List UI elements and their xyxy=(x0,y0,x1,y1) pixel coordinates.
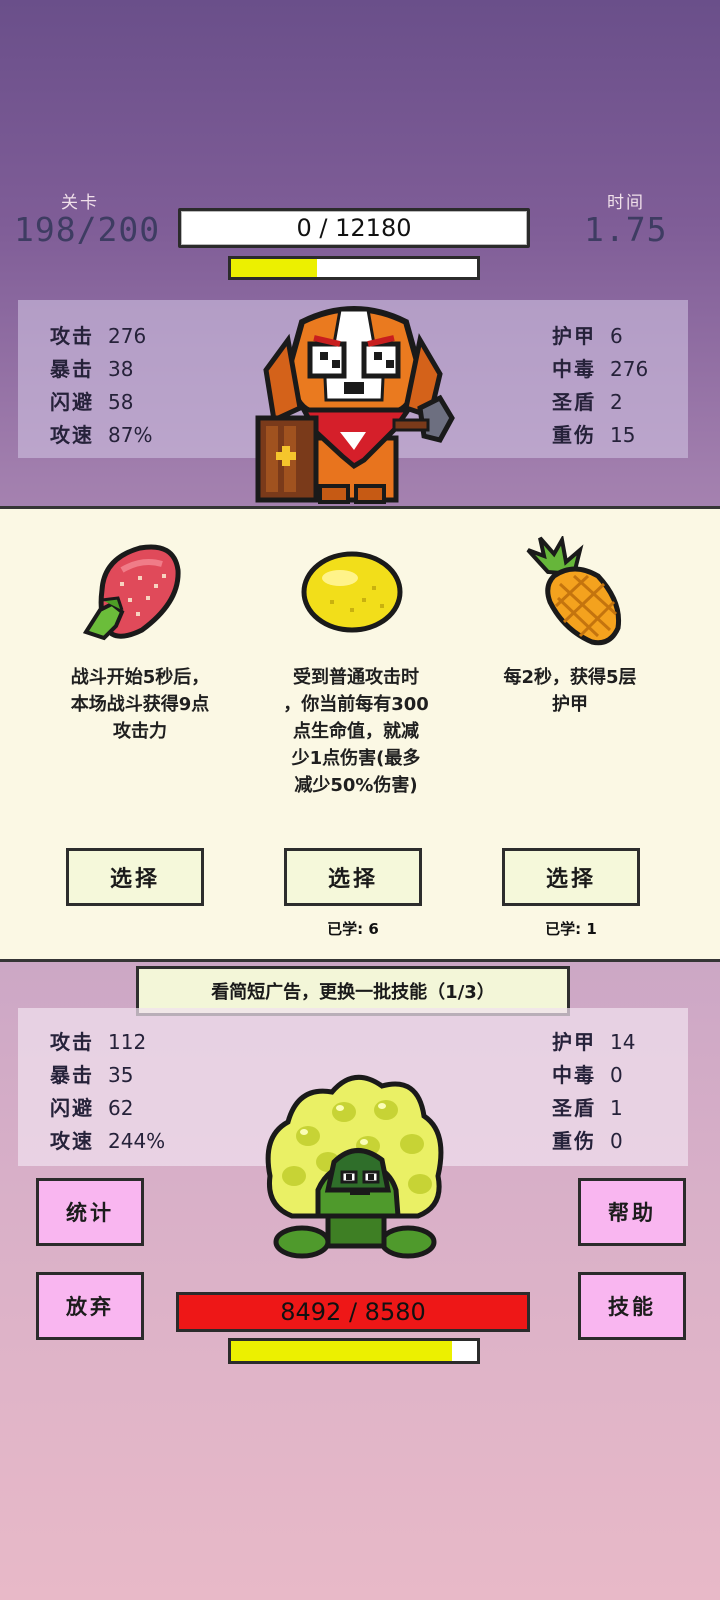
enemy-stat-dodge: 闪避 62 xyxy=(50,1096,134,1120)
player-stat-dodge: 闪避 58 xyxy=(50,390,134,414)
help-button[interactable]: 帮助 xyxy=(578,1178,686,1246)
lemon-icon xyxy=(301,551,403,633)
damage-counter-text: 0 / 12180 xyxy=(296,214,412,242)
level-value: 198/200 xyxy=(14,210,161,249)
give-up-button[interactable]: 放弃 xyxy=(36,1272,144,1340)
header-progress-fill xyxy=(231,259,318,277)
enemy-stat-poison: 中毒 0 xyxy=(552,1063,623,1087)
player-stat-wound: 重伤 15 xyxy=(552,423,636,447)
strawberry-icon xyxy=(82,544,181,641)
pineapple-icon xyxy=(526,536,622,646)
player-stat-speed: 攻速 87% xyxy=(50,423,153,447)
choose-skill-1-button[interactable]: 选择 xyxy=(66,848,204,906)
skill-2-desc: 受到普通攻击时 ，你当前每有300 点生命值，就减 少1点伤害(最多 减少50%… xyxy=(283,667,429,796)
skill-1-desc: 战斗开始5秒后， 本场战斗获得9点 攻击力 xyxy=(70,667,210,742)
skill-3-desc: 每2秒，获得5层 护甲 xyxy=(503,667,637,715)
enemy-stat-shield: 圣盾 1 xyxy=(552,1096,623,1120)
time-value: 1.75 xyxy=(584,210,668,249)
turtle-enemy-sprite xyxy=(265,1074,444,1259)
header-progress-bar xyxy=(228,256,480,280)
damage-counter: 0 / 12180 xyxy=(178,208,530,248)
choose-skill-2-button[interactable]: 选择 xyxy=(284,848,422,906)
stats-button[interactable]: 统计 xyxy=(36,1178,144,1246)
enemy-charge-fill xyxy=(231,1341,453,1361)
player-stat-shield: 圣盾 2 xyxy=(552,390,623,414)
player-stat-poison: 中毒 276 xyxy=(552,357,649,381)
player-stat-attack: 攻击 276 xyxy=(50,324,147,348)
skill-2-learned: 已学: 6 xyxy=(327,920,379,938)
choose-skill-3-button[interactable]: 选择 xyxy=(502,848,640,906)
player-stat-crit: 暴击 38 xyxy=(50,357,134,381)
player-stat-armor: 护甲 6 xyxy=(552,324,623,348)
enemy-stat-attack: 攻击 112 xyxy=(50,1030,147,1054)
enemy-hp-text: 8492 / 8580 xyxy=(280,1298,426,1326)
enemy-hp-bar: 8492 / 8580 xyxy=(176,1292,530,1332)
enemy-stat-armor: 护甲 14 xyxy=(552,1030,636,1054)
enemy-stat-crit: 暴击 35 xyxy=(50,1063,134,1087)
skills-button[interactable]: 技能 xyxy=(578,1272,686,1340)
enemy-charge-bar xyxy=(228,1338,480,1364)
enemy-stat-wound: 重伤 0 xyxy=(552,1129,623,1153)
skill-3-learned: 已学: 1 xyxy=(545,920,597,938)
enemy-stat-speed: 攻速 244% xyxy=(50,1129,166,1153)
dog-warrior-sprite xyxy=(255,306,455,504)
